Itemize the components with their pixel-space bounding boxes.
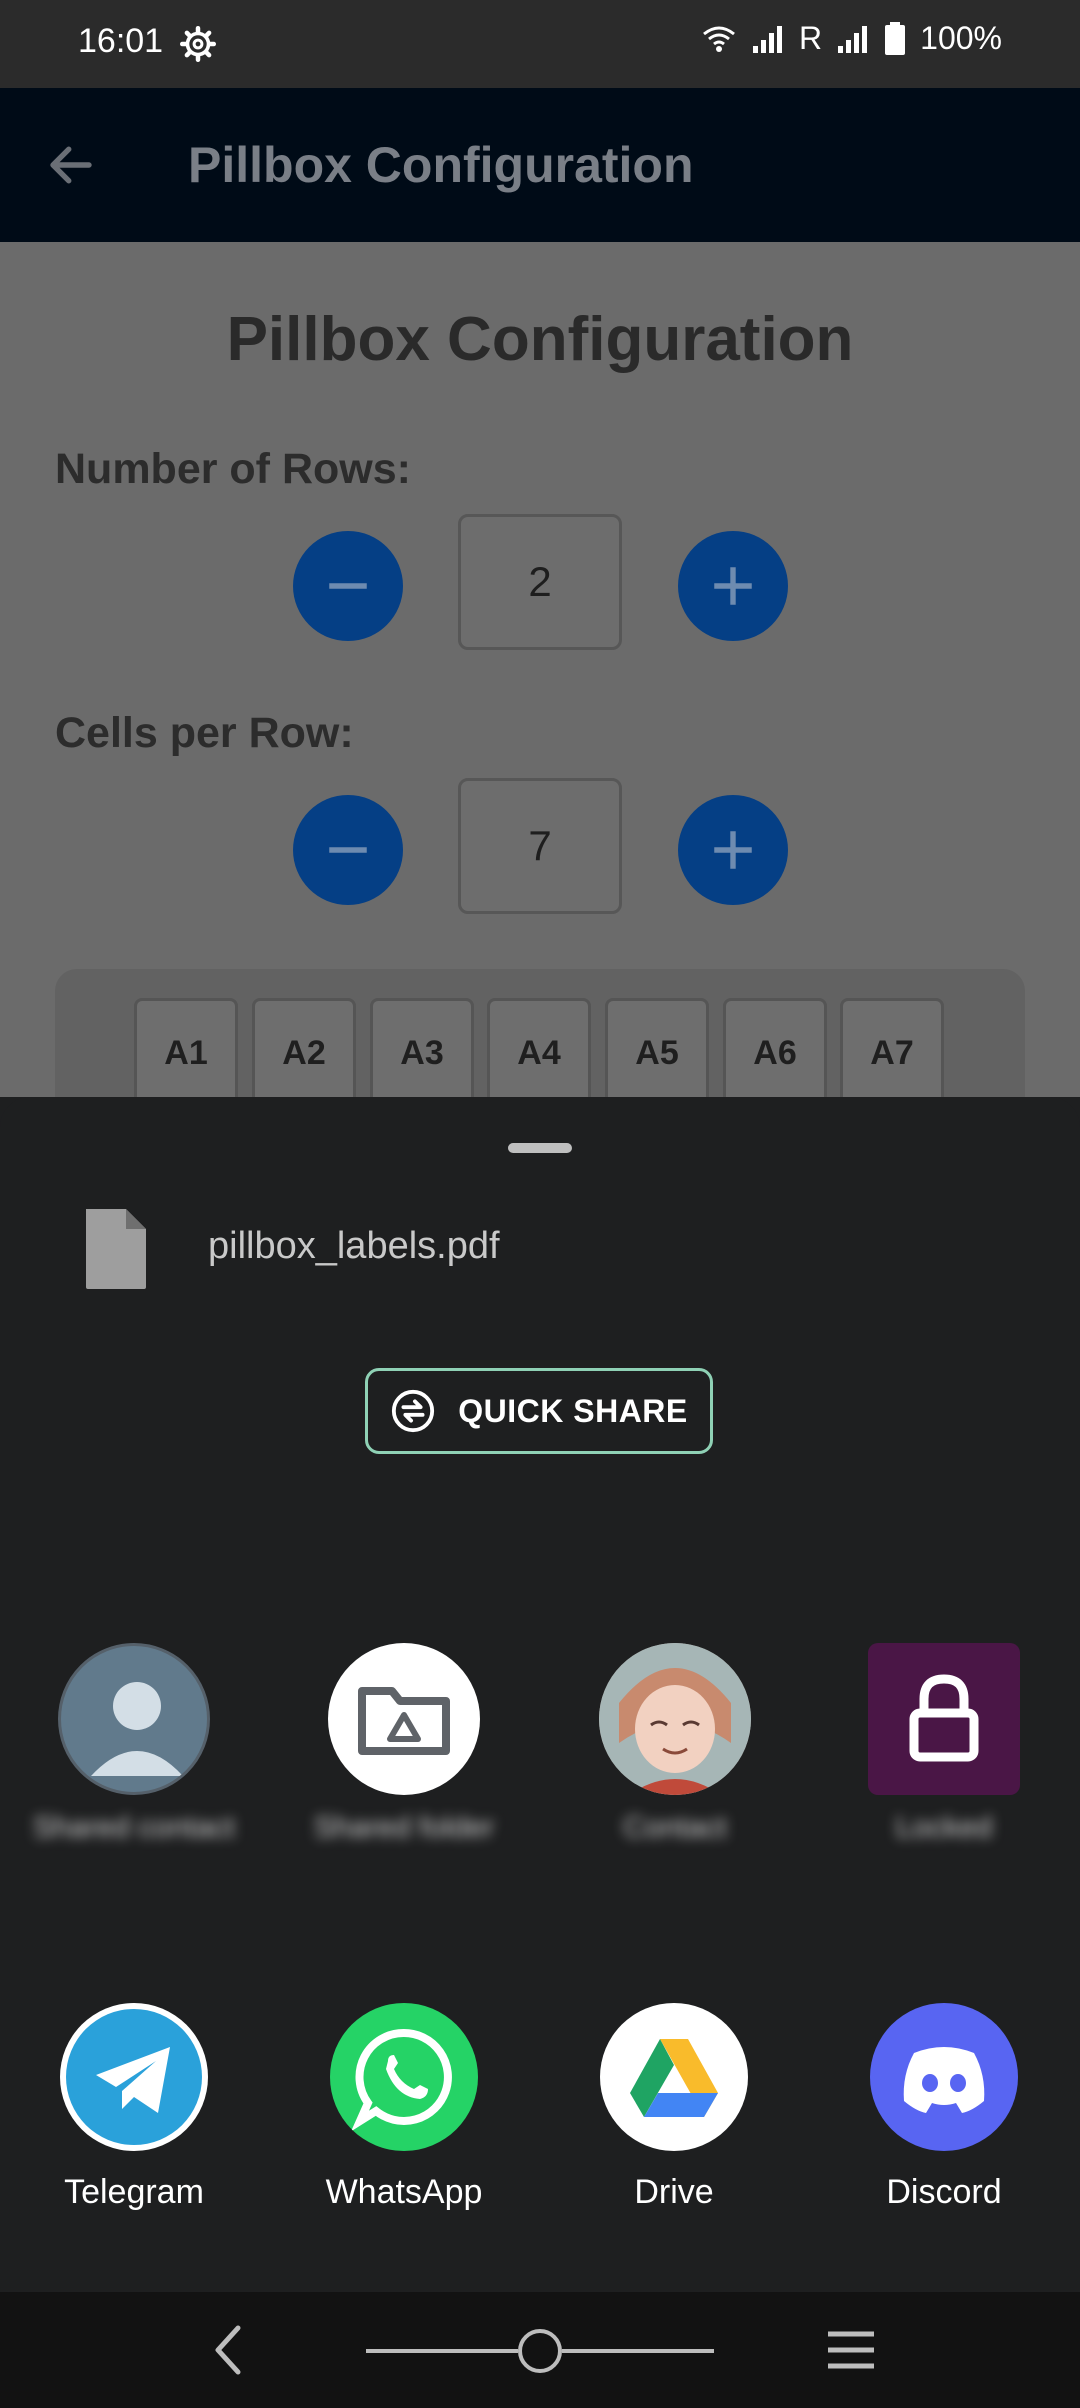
pillbox-cell[interactable]: A2 [252,998,356,1108]
drive-folder-icon [328,1643,480,1795]
pillbox-cell[interactable]: A3 [370,998,474,1108]
quick-share-icon [392,1389,435,1433]
pillbox-cell[interactable]: A5 [605,998,709,1108]
battery-percent: 100% [920,20,1002,56]
cells-label: Cells per Row: [55,709,354,757]
cell-signal-2-icon [838,25,868,53]
shared-file-name: pillbox_labels.pdf [208,1225,500,1267]
wifi-icon [703,26,735,52]
whatsapp-icon [330,2003,478,2151]
back-arrow-icon[interactable] [44,138,98,192]
plus-icon [714,567,752,605]
document-icon [86,1209,146,1289]
direct-share-label: Shared folder [313,1811,495,1844]
pillbox-cell[interactable]: A4 [487,998,591,1108]
status-time: 16:01 [78,22,164,60]
discord-app-target[interactable]: Discord [870,2003,1018,2211]
battery-icon [885,21,906,55]
plus-icon [714,831,752,869]
drive-icon [600,2003,748,2151]
cells-value-field[interactable]: 7 [458,778,622,914]
pillbox-cell[interactable]: A6 [723,998,827,1108]
lock-icon [868,1643,1020,1795]
direct-share-label: Contact [623,1811,727,1844]
person-icon [58,1643,210,1795]
rows-label: Number of Rows: [55,445,411,493]
drive-app-target[interactable]: Drive [600,2003,748,2211]
settings-gear-icon [180,26,216,62]
page-title: Pillbox Configuration [226,305,854,374]
whatsapp-label: WhatsApp [325,2173,483,2211]
rows-increment-button[interactable] [678,531,788,641]
nav-back-icon[interactable] [208,2322,248,2378]
telegram-icon [60,2003,208,2151]
status-bar: 16:01 R 100% [0,0,1080,88]
cells-decrement-button[interactable] [293,795,403,905]
direct-share-label: Locked [895,1811,993,1844]
rows-value-field[interactable]: 2 [458,514,622,650]
direct-share-target[interactable]: Shared folder [314,1643,494,1844]
quick-share-button[interactable]: QUICK SHARE [365,1368,713,1454]
pillbox-cell[interactable]: A7 [840,998,944,1108]
discord-label: Discord [886,2173,1002,2211]
avatar-icon [599,1643,751,1795]
telegram-label: Telegram [64,2173,204,2211]
cells-increment-button[interactable] [678,795,788,905]
app-bar: Pillbox Configuration [0,88,1080,242]
nav-menu-icon[interactable] [826,2328,876,2372]
nav-home-icon[interactable] [364,2326,716,2376]
rows-decrement-button[interactable] [293,531,403,641]
drive-label: Drive [634,2173,714,2211]
roaming-indicator: R [799,20,823,56]
sheet-drag-handle[interactable] [508,1143,572,1153]
direct-share-label: Shared contact [33,1811,235,1844]
page-content: Pillbox Configuration Number of Rows: 2 … [0,242,1080,1149]
discord-icon [870,2003,1018,2151]
direct-share-target[interactable]: Shared contact [33,1643,235,1844]
pillbox-cell[interactable]: A1 [134,998,238,1108]
whatsapp-app-target[interactable]: WhatsApp [326,2003,482,2211]
status-indicators: R 100% [701,20,1002,57]
system-nav-bar [0,2292,1080,2408]
cell-signal-icon [753,25,783,53]
direct-share-target[interactable]: Locked [868,1643,1020,1844]
quick-share-label: QUICK SHARE [458,1392,688,1429]
direct-share-target[interactable]: Contact [599,1643,751,1844]
app-bar-title: Pillbox Configuration [188,137,694,193]
telegram-app-target[interactable]: Telegram [60,2003,208,2211]
minus-icon [329,583,367,589]
share-sheet: pillbox_labels.pdf QUICK SHARE Shared co… [0,1097,1080,2292]
minus-icon [329,847,367,853]
